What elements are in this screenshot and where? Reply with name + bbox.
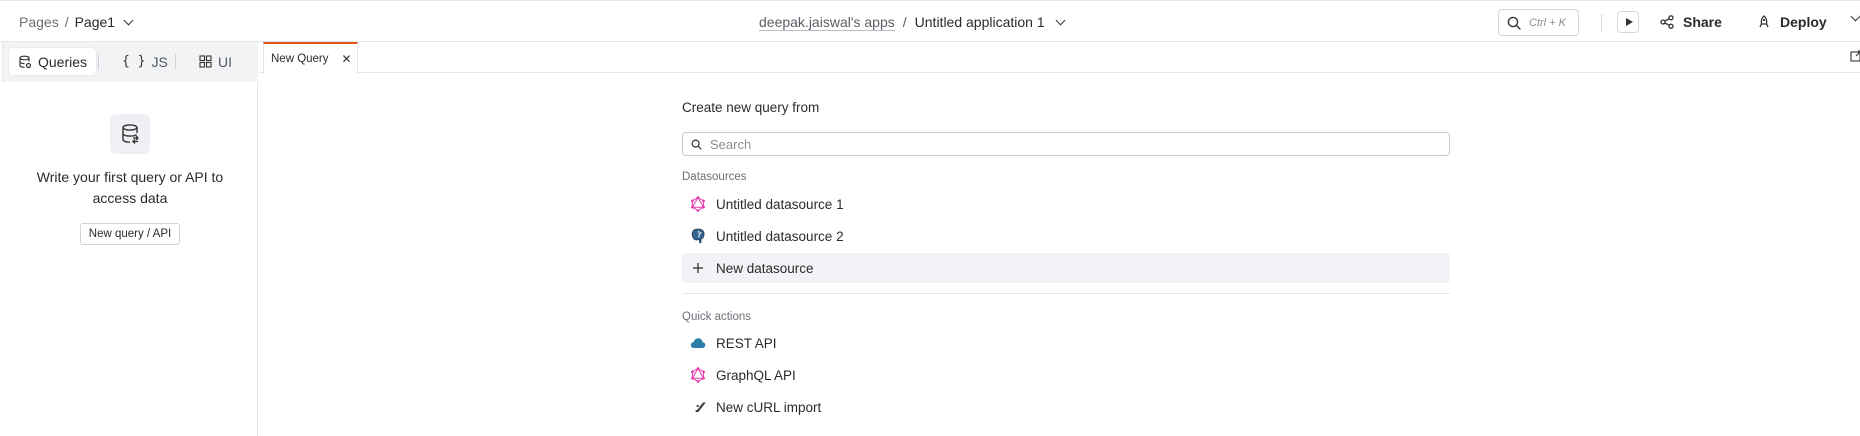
quick-action-item[interactable]: :⁄⁄ New cURL import	[682, 392, 1450, 422]
tab-label: New Query	[271, 53, 329, 65]
breadcrumb-separator: /	[902, 14, 907, 30]
divider	[1601, 14, 1602, 32]
chevron-down-icon[interactable]	[123, 15, 134, 25]
app-breadcrumb: deepak.jaiswal's apps / Untitled applica…	[759, 14, 1066, 30]
graphql-icon	[690, 196, 706, 212]
tab-queries[interactable]: Queries	[9, 48, 97, 75]
play-icon	[1625, 18, 1633, 26]
search-placeholder: Search	[710, 136, 752, 152]
page-breadcrumb[interactable]: Pages / Page1	[19, 14, 134, 30]
search-shortcut: Ctrl + K	[1529, 16, 1566, 29]
divider	[98, 54, 99, 70]
postgres-icon	[690, 228, 706, 244]
share-button[interactable]: Share	[1660, 14, 1722, 30]
quick-action-label: GraphQL API	[716, 367, 796, 383]
queries-empty-state: Write your first query or API to access …	[2, 114, 258, 245]
quick-action-item[interactable]: REST API	[682, 328, 1450, 358]
new-query-api-button[interactable]: New query / API	[79, 223, 181, 245]
widgets-icon	[199, 55, 212, 68]
rocket-icon	[1759, 15, 1769, 28]
app-name[interactable]: Untitled application 1	[915, 14, 1045, 30]
datasource-item[interactable]: Untitled datasource 2	[682, 221, 1450, 251]
plus-icon	[690, 260, 706, 276]
deploy-menu-chevron-icon[interactable]	[1850, 11, 1860, 22]
pages-label: Pages	[19, 14, 59, 30]
cloud-icon	[690, 335, 706, 351]
panel-title: Create new query from	[682, 100, 820, 115]
chevron-down-icon[interactable]	[1055, 15, 1066, 25]
top-bar: Pages / Page1 deepak.jaiswal's apps / Un…	[0, 0, 1860, 42]
workspace-link[interactable]: deepak.jaiswal's apps	[759, 14, 895, 30]
tab-label: Queries	[38, 53, 88, 70]
sidebar-tabs: Queries { } JS UI	[2, 42, 258, 82]
braces-icon: { }	[122, 54, 146, 69]
tab-label: UI	[218, 53, 232, 70]
quick-action-label: REST API	[716, 335, 777, 351]
datasource-label: Untitled datasource 1	[716, 196, 844, 212]
left-sidebar: Queries { } JS UI Write your first query…	[2, 42, 258, 436]
current-page-name[interactable]: Page1	[75, 14, 115, 30]
search-icon	[691, 138, 702, 150]
preview-button[interactable]	[1617, 11, 1639, 33]
omnibar-search-button[interactable]: Ctrl + K	[1498, 9, 1579, 36]
datasource-label: Untitled datasource 2	[716, 228, 844, 244]
breadcrumb-separator: /	[64, 14, 69, 30]
share-icon	[1660, 15, 1674, 29]
close-icon[interactable]: ✕	[342, 52, 352, 66]
quick-action-item[interactable]: GraphQL API	[682, 360, 1450, 390]
datasource-item[interactable]: Untitled datasource 1	[682, 189, 1450, 219]
create-query-panel: Create new query from Search Datasources…	[682, 100, 1450, 415]
quick-actions-heading: Quick actions	[682, 311, 752, 323]
deploy-label: Deploy	[1780, 14, 1827, 30]
curl-icon: :⁄⁄	[694, 399, 702, 415]
tab-label: JS	[151, 53, 168, 70]
empty-state-message: Write your first query or API to access …	[36, 169, 224, 206]
deploy-button[interactable]: Deploy	[1757, 14, 1827, 30]
datasource-search-input[interactable]: Search	[682, 132, 1450, 156]
search-icon	[1507, 16, 1521, 30]
datasource-label: New datasource	[716, 260, 814, 276]
quick-action-label: New cURL import	[716, 399, 822, 415]
new-datasource-item[interactable]: New datasource	[682, 253, 1450, 283]
tab-new-query[interactable]: New Query ✕	[263, 42, 358, 74]
editor-tab-strip: New Query ✕	[259, 42, 1860, 74]
open-external-icon[interactable]	[1850, 50, 1860, 62]
database-icon	[110, 114, 150, 154]
database-icon	[19, 55, 32, 68]
divider	[175, 54, 176, 70]
divider	[682, 293, 1450, 294]
share-label: Share	[1683, 14, 1722, 30]
tab-ui[interactable]: UI	[190, 48, 241, 75]
tab-js[interactable]: { } JS	[113, 48, 177, 75]
graphql-icon	[690, 367, 706, 383]
datasources-heading: Datasources	[682, 171, 747, 183]
